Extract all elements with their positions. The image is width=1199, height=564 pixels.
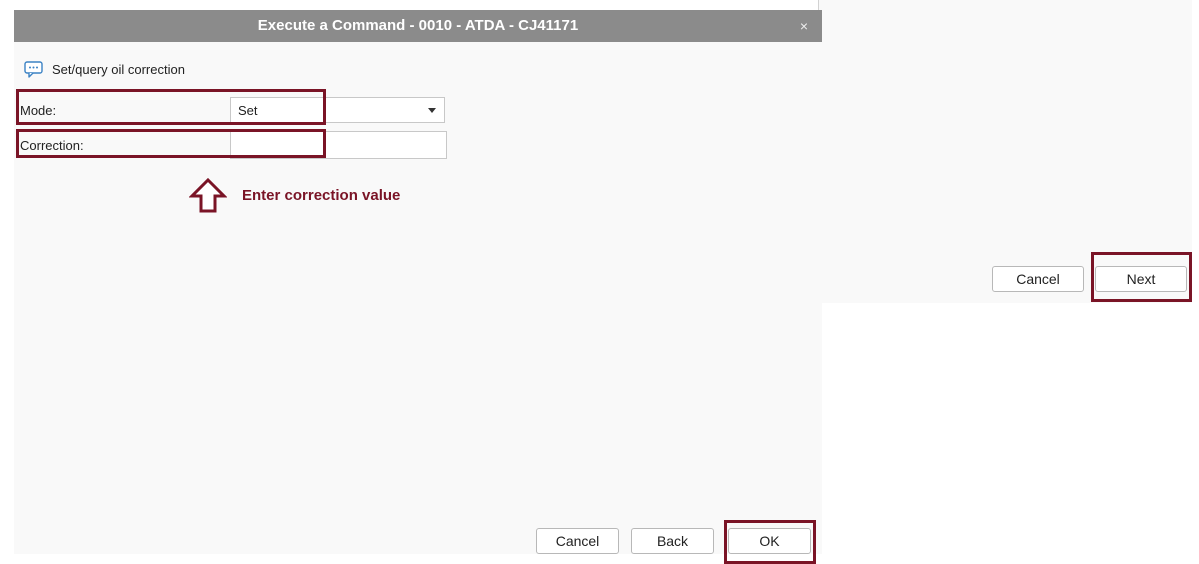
- chevron-down-icon: [428, 108, 436, 113]
- command-title: Set/query oil correction: [52, 61, 185, 77]
- command-header: Set/query oil correction: [24, 60, 185, 78]
- dialog-title: Execute a Command - 0010 - ATDA - CJ4117…: [257, 17, 579, 34]
- execute-command-dialog: Execute a Command - 0010 - ATDA - CJ4117…: [14, 10, 822, 564]
- up-arrow-icon: [189, 178, 227, 213]
- annotation-text: Enter correction value: [242, 187, 401, 204]
- ok-button-highlight: [724, 520, 816, 564]
- correction-highlight: [16, 129, 326, 158]
- chat-ellipsis-icon: [24, 60, 43, 78]
- mode-highlight: [16, 89, 326, 125]
- dialog-title-bar: Execute a Command - 0010 - ATDA - CJ4117…: [14, 10, 822, 42]
- back-button[interactable]: Back: [631, 528, 714, 554]
- close-icon[interactable]: ×: [800, 10, 808, 42]
- bg-cancel-button[interactable]: Cancel: [992, 266, 1084, 292]
- next-button-highlight: [1091, 252, 1192, 302]
- cancel-button[interactable]: Cancel: [536, 528, 619, 554]
- background-dialog: Cancel Next: [818, 0, 1192, 303]
